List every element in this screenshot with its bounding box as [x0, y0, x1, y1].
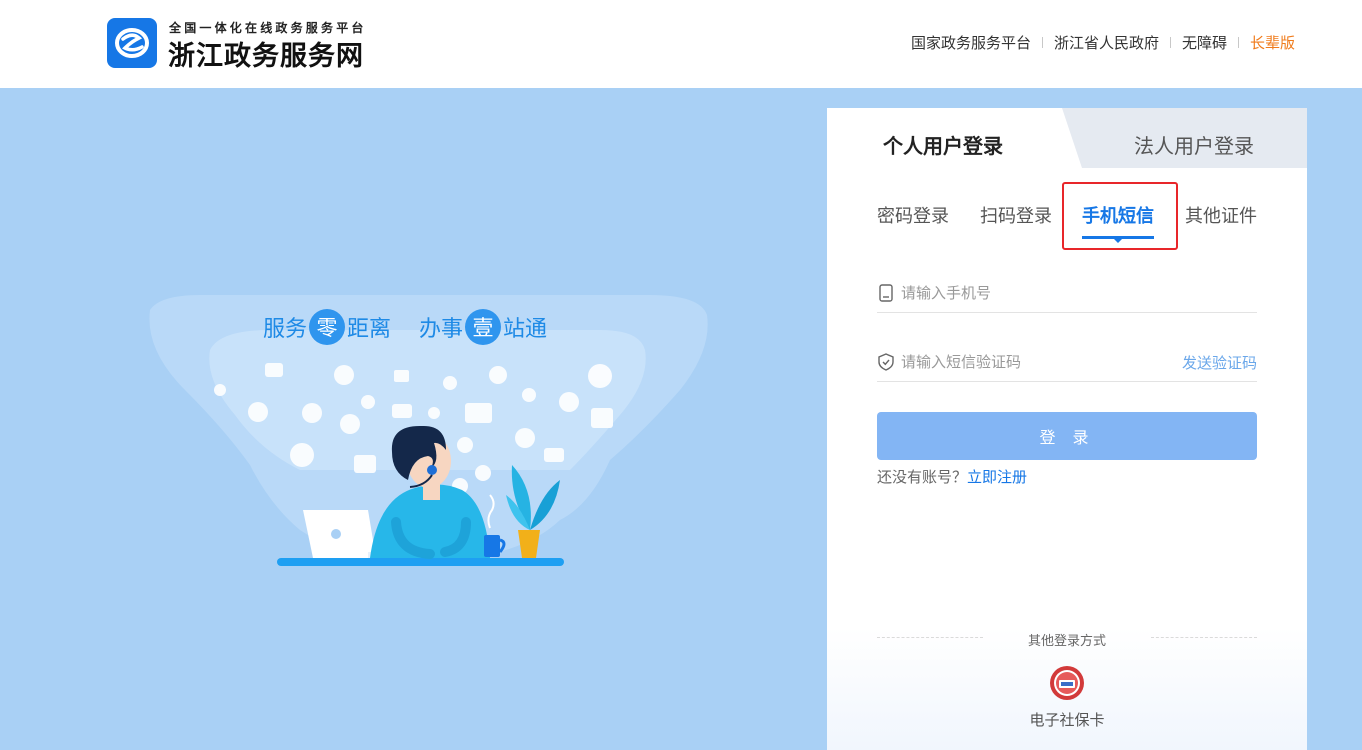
- login-button[interactable]: 登 录: [877, 412, 1257, 460]
- brand-title[interactable]: 浙江政务服务网: [168, 34, 364, 73]
- phone-input[interactable]: [901, 283, 1161, 302]
- sms-code-field: 发送验证码: [877, 342, 1257, 382]
- login-panel: 个人用户登录 法人用户登录 密码登录 扫码登录 手机短信 其他证件 发送验证码 …: [827, 108, 1307, 750]
- tab-password-login[interactable]: 密码登录: [877, 202, 949, 228]
- slogan-text: 站通: [503, 317, 548, 342]
- slogan-text: 距离: [347, 317, 392, 342]
- link-national-platform[interactable]: 国家政务服务平台: [911, 32, 1031, 53]
- slogan-text: 服务: [263, 317, 308, 342]
- tab-qrcode-login[interactable]: 扫码登录: [980, 202, 1052, 228]
- site-header: 全国一体化在线政务服务平台 浙江政务服务网 国家政务服务平台 浙江省人民政府 无…: [0, 0, 1362, 88]
- divider: [1169, 37, 1171, 48]
- register-link[interactable]: 立即注册: [967, 468, 1027, 486]
- phone-field: [877, 273, 1257, 313]
- divider: [1041, 37, 1043, 48]
- ecard-label[interactable]: 电子社保卡: [827, 709, 1307, 730]
- zhejiang-gov-logo-icon[interactable]: [107, 18, 157, 68]
- slogan-text: 办事: [419, 317, 464, 342]
- register-prompt: 还没有账号？立即注册: [877, 466, 1027, 487]
- top-links: 国家政务服务平台 浙江省人民政府 无障碍 长辈版: [911, 32, 1295, 53]
- link-accessibility[interactable]: 无障碍: [1182, 32, 1227, 53]
- slogan-highlight: 零: [309, 309, 346, 345]
- tab-personal-login[interactable]: 个人用户登录: [883, 130, 1003, 159]
- other-login-title: 其他登录方式: [1027, 634, 1106, 649]
- tab-other-id-login[interactable]: 其他证件: [1185, 202, 1257, 228]
- hero-slogan: 服务 零 距离 办事 壹 站通: [263, 309, 547, 345]
- link-elder-version[interactable]: 长辈版: [1250, 32, 1295, 53]
- sms-code-input[interactable]: [901, 352, 1161, 371]
- electronic-social-security-card-icon[interactable]: [1049, 665, 1085, 701]
- shield-icon: [877, 352, 895, 371]
- slogan-highlight: 壹: [465, 309, 502, 345]
- tab-corporate-login[interactable]: 法人用户登录: [1134, 130, 1254, 159]
- no-account-text: 还没有账号？: [877, 468, 968, 486]
- link-zhejiang-government[interactable]: 浙江省人民政府: [1054, 32, 1159, 53]
- phone-icon: [877, 283, 895, 302]
- send-code-button[interactable]: 发送验证码: [1182, 352, 1257, 373]
- divider: [1237, 37, 1239, 48]
- highlight-annotation-box: [1062, 182, 1178, 250]
- divider-right: [1151, 637, 1257, 638]
